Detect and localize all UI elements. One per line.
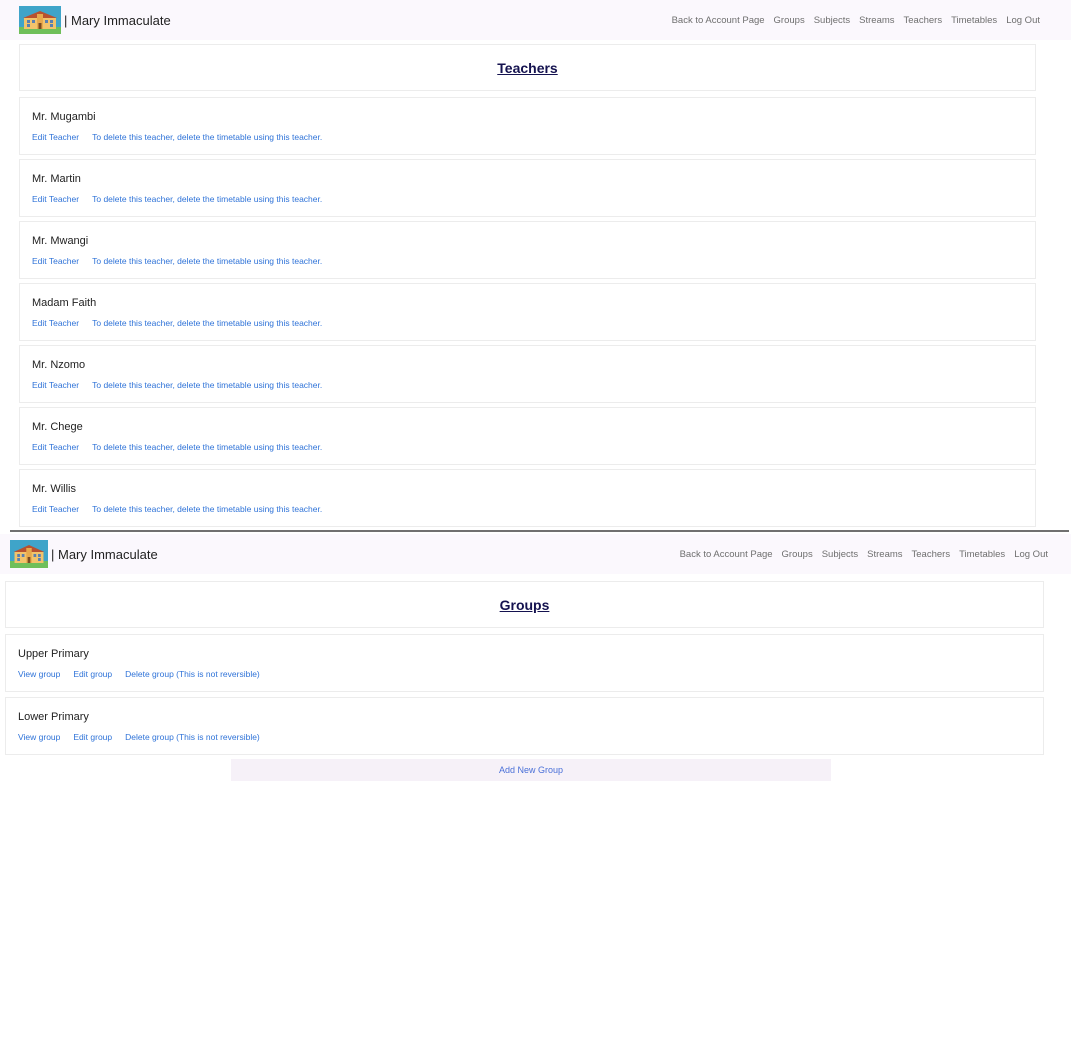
teacher-actions: Edit Teacher To delete this teacher, dele… xyxy=(32,318,335,328)
teacher-card: Mr. Mugambi Edit Teacher To delete this te… xyxy=(19,97,1036,155)
delete-teacher-note-link[interactable]: To delete this teacher, delete the timet… xyxy=(92,318,322,328)
group-actions: View group Edit group Delete group (This i… xyxy=(18,669,273,679)
brand-label: | Mary Immaculate xyxy=(51,546,158,562)
edit-teacher-link[interactable]: Edit Teacher xyxy=(32,504,79,514)
nav-links: Back to Account Page Groups Subjects Str… xyxy=(671,549,1048,560)
page-title-card: Groups xyxy=(5,581,1044,628)
teacher-actions: Edit Teacher To delete this teacher, dele… xyxy=(32,380,335,390)
nav-back-to-account[interactable]: Back to Account Page xyxy=(680,549,773,560)
screenshot-divider xyxy=(10,530,1069,532)
edit-teacher-link[interactable]: Edit Teacher xyxy=(32,194,79,204)
school-building-icon xyxy=(10,540,48,568)
teacher-actions: Edit Teacher To delete this teacher, dele… xyxy=(32,256,335,266)
edit-teacher-link[interactable]: Edit Teacher xyxy=(32,318,79,328)
teacher-card: Madam Faith Edit Teacher To delete this te… xyxy=(19,283,1036,341)
teacher-actions: Edit Teacher To delete this teacher, dele… xyxy=(32,194,335,204)
school-building-icon xyxy=(19,6,61,34)
nav-timetables[interactable]: Timetables xyxy=(959,549,1005,560)
teacher-card: Mr. Willis Edit Teacher To delete this tea… xyxy=(19,469,1036,527)
teacher-name: Mr. Mwangi xyxy=(32,235,89,247)
teacher-actions: Edit Teacher To delete this teacher, dele… xyxy=(32,504,335,514)
delete-teacher-note-link[interactable]: To delete this teacher, delete the timet… xyxy=(92,442,322,452)
edit-teacher-link[interactable]: Edit Teacher xyxy=(32,132,79,142)
nav-streams[interactable]: Streams xyxy=(859,15,894,26)
teacher-card: Mr. Mwangi Edit Teacher To delete this tea… xyxy=(19,221,1036,279)
teacher-actions: Edit Teacher To delete this teacher, dele… xyxy=(32,442,335,452)
group-card: Upper Primary View group Edit group Delete … xyxy=(5,634,1044,692)
teacher-name: Mr. Martin xyxy=(32,173,81,185)
view-group-link[interactable]: View group xyxy=(18,669,60,679)
group-name: Lower Primary xyxy=(18,711,89,723)
brand-label: | Mary Immaculate xyxy=(64,12,171,28)
nav-back-to-account[interactable]: Back to Account Page xyxy=(672,15,765,26)
teacher-actions: Edit Teacher To delete this teacher, dele… xyxy=(32,132,335,142)
view-group-link[interactable]: View group xyxy=(18,732,60,742)
group-actions: View group Edit group Delete group (This i… xyxy=(18,732,273,742)
group-card: Lower Primary View group Edit group Delete … xyxy=(5,697,1044,755)
nav-teachers[interactable]: Teachers xyxy=(904,15,943,26)
teacher-name: Mr. Chege xyxy=(32,421,83,433)
nav-log-out[interactable]: Log Out xyxy=(1006,15,1040,26)
delete-teacher-note-link[interactable]: To delete this teacher, delete the timet… xyxy=(92,504,322,514)
nav-subjects[interactable]: Subjects xyxy=(814,15,850,26)
navbar: | Mary Immaculate Back to Account Page G… xyxy=(0,534,1071,574)
navbar: | Mary Immaculate Back to Account Page G… xyxy=(0,0,1071,40)
delete-teacher-note-link[interactable]: To delete this teacher, delete the timet… xyxy=(92,256,322,266)
teacher-name: Mr. Nzomo xyxy=(32,359,86,371)
teacher-card: Mr. Chege Edit Teacher To delete this teac… xyxy=(19,407,1036,465)
page-title: Teachers xyxy=(497,59,558,76)
delete-group-link[interactable]: Delete group (This is not reversible) xyxy=(125,669,260,679)
page-title: Groups xyxy=(499,596,550,613)
nav-teachers[interactable]: Teachers xyxy=(912,549,951,560)
delete-group-link[interactable]: Delete group (This is not reversible) xyxy=(125,732,260,742)
teacher-card: Mr. Nzomo Edit Teacher To delete this teac… xyxy=(19,345,1036,403)
groups-panel: | Mary Immaculate Back to Account Page G… xyxy=(0,534,1071,1060)
add-new-group-button[interactable]: Add New Group xyxy=(231,759,831,781)
delete-teacher-note-link[interactable]: To delete this teacher, delete the timet… xyxy=(92,194,322,204)
group-name: Upper Primary xyxy=(18,648,89,660)
nav-groups[interactable]: Groups xyxy=(774,15,805,26)
edit-group-link[interactable]: Edit group xyxy=(73,669,112,679)
teacher-name: Madam Faith xyxy=(32,297,97,309)
delete-teacher-note-link[interactable]: To delete this teacher, delete the timet… xyxy=(92,380,322,390)
page-title-card: Teachers xyxy=(19,44,1036,91)
nav-log-out[interactable]: Log Out xyxy=(1014,549,1048,560)
brand[interactable]: | Mary Immaculate xyxy=(10,540,158,568)
nav-timetables[interactable]: Timetables xyxy=(951,15,997,26)
nav-groups[interactable]: Groups xyxy=(782,549,813,560)
nav-streams[interactable]: Streams xyxy=(867,549,902,560)
teacher-name: Mr. Mugambi xyxy=(32,111,96,123)
nav-links: Back to Account Page Groups Subjects Str… xyxy=(663,15,1040,26)
nav-subjects[interactable]: Subjects xyxy=(822,549,858,560)
teacher-card: Mr. Martin Edit Teacher To delete this tea… xyxy=(19,159,1036,217)
edit-teacher-link[interactable]: Edit Teacher xyxy=(32,256,79,266)
delete-teacher-note-link[interactable]: To delete this teacher, delete the timet… xyxy=(92,132,322,142)
edit-group-link[interactable]: Edit group xyxy=(73,732,112,742)
teachers-panel: | Mary Immaculate Back to Account Page G… xyxy=(0,0,1071,531)
brand[interactable]: | Mary Immaculate xyxy=(19,6,171,34)
edit-teacher-link[interactable]: Edit Teacher xyxy=(32,380,79,390)
edit-teacher-link[interactable]: Edit Teacher xyxy=(32,442,79,452)
teacher-name: Mr. Willis xyxy=(32,483,76,495)
